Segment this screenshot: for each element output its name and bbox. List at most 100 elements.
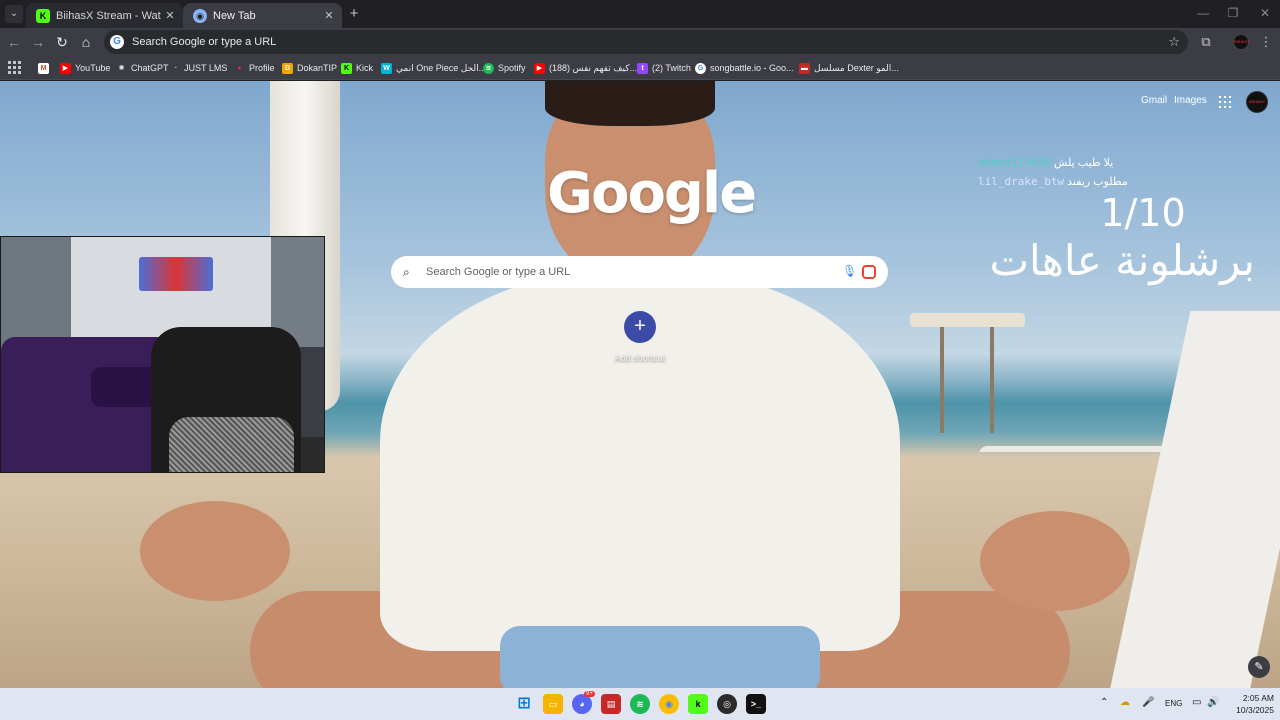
- background-person-hair: [545, 81, 715, 126]
- customize-pencil-icon[interactable]: ✎: [1248, 656, 1270, 678]
- background-person-hand: [140, 501, 290, 601]
- browser-toolbar: ← → ↻ ⌂ G Search Google or type a URL ☆ …: [0, 28, 1280, 56]
- windows-taskbar: ⊞ ▭ ◕ 9+ ▤ ≋ ◉ k ◎ >_ ⌃ ☁ 🎤 ENG ▭ 🔊 2:05…: [0, 688, 1280, 720]
- just-icon: ·: [174, 64, 178, 72]
- search-icon: ⌕: [403, 264, 410, 279]
- terminal-icon[interactable]: >_: [746, 694, 766, 714]
- pressreader-icon[interactable]: ▤: [601, 694, 621, 714]
- ntp-search-box[interactable]: ⌕ Search Google or type a URL 🎙: [391, 256, 888, 288]
- add-shortcut-button[interactable]: +: [624, 311, 656, 343]
- bookmark-youtube[interactable]: ▶ YouTube: [60, 59, 110, 77]
- chat-username: lil_drake_btw: [978, 175, 1065, 188]
- new-tab-button[interactable]: +: [345, 5, 363, 23]
- bookmark-kick[interactable]: K Kick: [341, 59, 373, 77]
- volume-icon[interactable]: 🔊: [1207, 697, 1219, 708]
- overlay-title: برشلونة عاهات: [989, 236, 1255, 285]
- bookmark-chatgpt[interactable]: ✺ ChatGPT: [116, 59, 169, 77]
- bookmark-label: (188) كيف تفهم نفس...: [549, 62, 638, 73]
- google-account-avatar[interactable]: BIIHASX: [1246, 91, 1268, 113]
- chat-text: مطلوب ريفند: [1067, 176, 1128, 188]
- kick-app-icon[interactable]: k: [688, 694, 708, 714]
- bookmarks-bar: M ▶ YouTube ✺ ChatGPT · JUST LMS ♦ Profi…: [0, 56, 1280, 80]
- file-explorer-icon[interactable]: ▭: [543, 694, 563, 714]
- reload-icon[interactable]: ↻: [52, 32, 72, 52]
- back-icon[interactable]: ←: [4, 32, 24, 52]
- network-icon[interactable]: ▭: [1192, 697, 1201, 708]
- restore-icon[interactable]: ❐: [1218, 6, 1248, 20]
- menu-kebab-icon[interactable]: ⋮: [1257, 33, 1275, 51]
- forward-icon[interactable]: →: [28, 32, 48, 52]
- minimize-icon[interactable]: —: [1188, 6, 1218, 20]
- microphone-icon[interactable]: 🎤: [1142, 697, 1154, 708]
- bookmark-star-icon[interactable]: ☆: [1168, 34, 1180, 50]
- bookmark-profile[interactable]: ♦ Profile: [234, 59, 275, 77]
- wall-art: [139, 257, 213, 291]
- tab-strip: ⌄ K BiihasX Stream - Watch Live on ✕ ◉ N…: [0, 0, 1280, 28]
- tab-new-tab[interactable]: ◉ New Tab ✕: [183, 3, 342, 28]
- add-shortcut-label: Add shortcut: [614, 353, 666, 363]
- search-placeholder: Search Google or type a URL: [426, 266, 571, 278]
- chat-text: يلا طيب يلش: [1053, 157, 1114, 169]
- language-indicator[interactable]: ENG: [1165, 699, 1182, 708]
- tab-close-icon[interactable]: ✕: [320, 9, 338, 22]
- chrome-icon[interactable]: ◉: [659, 694, 679, 714]
- w-icon: W: [381, 62, 392, 74]
- bookmark-label: انمي One Piece الحل...: [396, 62, 486, 73]
- background-sail: [1109, 311, 1280, 688]
- background-lifeguard-tower: [910, 313, 1025, 433]
- tab-biihasx-stream[interactable]: K BiihasX Stream - Watch Live on ✕: [26, 3, 183, 28]
- profile-icon: ♦: [237, 64, 242, 72]
- bookmark-songbattle[interactable]: G songbattle.io - Goo...: [695, 59, 794, 77]
- bookmark-dexter[interactable]: ▬ مسلسل Dexter المو...: [799, 59, 899, 77]
- bookmark-label: Spotify: [498, 63, 526, 73]
- gmail-link[interactable]: Gmail: [1141, 95, 1167, 106]
- webcam-overlay: [0, 236, 325, 473]
- bookmark-twitch[interactable]: t (2) Twitch: [637, 59, 691, 77]
- google-apps-icon[interactable]: [1219, 96, 1231, 108]
- google-lens-icon[interactable]: [862, 265, 876, 279]
- background-person-shorts: [500, 626, 820, 688]
- google-logo: Google: [547, 161, 757, 226]
- google-icon: G: [695, 62, 706, 74]
- tab-title: BiihasX Stream - Watch Live on: [56, 9, 161, 22]
- bookmark-youtube-video[interactable]: ▶ (188) كيف تفهم نفس...: [534, 59, 637, 77]
- clock-date: 10/3/2025: [1236, 705, 1274, 715]
- tab-search-chevron-icon[interactable]: ⌄: [5, 5, 23, 23]
- images-link[interactable]: Images: [1174, 95, 1207, 106]
- apps-grid-icon[interactable]: [7, 60, 21, 74]
- extensions-icon[interactable]: ⧉: [1197, 33, 1215, 51]
- profile-avatar[interactable]: BIIHASX: [1233, 34, 1250, 50]
- bookmark-label: (2) Twitch: [652, 63, 691, 73]
- bookmark-gmail[interactable]: M: [38, 59, 53, 77]
- background-person-hand: [980, 511, 1130, 611]
- omnibox[interactable]: G Search Google or type a URL ☆: [104, 30, 1188, 54]
- spotify-icon[interactable]: ≋: [630, 694, 650, 714]
- weather-icon[interactable]: ☁: [1120, 697, 1130, 708]
- bookmark-spotify[interactable]: ≋ Spotify: [483, 59, 526, 77]
- windows-start-icon[interactable]: ⊞: [514, 694, 534, 714]
- kick-icon: K: [341, 62, 352, 74]
- bookmark-just-lms[interactable]: · JUST LMS: [172, 59, 228, 77]
- bookmark-one-piece[interactable]: W انمي One Piece الحل...: [381, 59, 486, 77]
- obs-icon[interactable]: ◎: [717, 694, 737, 714]
- chrome-icon: ◉: [193, 8, 207, 23]
- home-icon[interactable]: ⌂: [76, 32, 96, 52]
- bookmark-label: ChatGPT: [131, 63, 169, 73]
- google-icon: G: [110, 35, 124, 49]
- system-clock[interactable]: 2:05 AM 10/3/2025: [1222, 692, 1274, 716]
- spotify-icon: ≋: [483, 62, 494, 74]
- chat-message: lil_drake_btw مطلوب ريفند: [978, 175, 1128, 188]
- bookmark-label: مسلسل Dexter المو...: [814, 62, 899, 73]
- chat-username: ahmad175639: [978, 156, 1051, 169]
- flag-icon: ▬: [799, 62, 810, 74]
- discord-icon[interactable]: ◕: [572, 694, 592, 714]
- voice-search-icon[interactable]: 🎙: [842, 264, 857, 280]
- bookmark-dokantip[interactable]: D DokanTIP: [282, 59, 337, 77]
- tray-chevron-icon[interactable]: ⌃: [1100, 697, 1108, 708]
- omnibox-placeholder: Search Google or type a URL: [132, 36, 277, 48]
- bookmark-label: DokanTIP: [297, 63, 338, 73]
- dokantip-icon: D: [282, 62, 293, 74]
- window-close-icon[interactable]: ✕: [1250, 6, 1280, 20]
- gmail-icon: M: [38, 62, 49, 74]
- tab-close-icon[interactable]: ✕: [161, 9, 179, 22]
